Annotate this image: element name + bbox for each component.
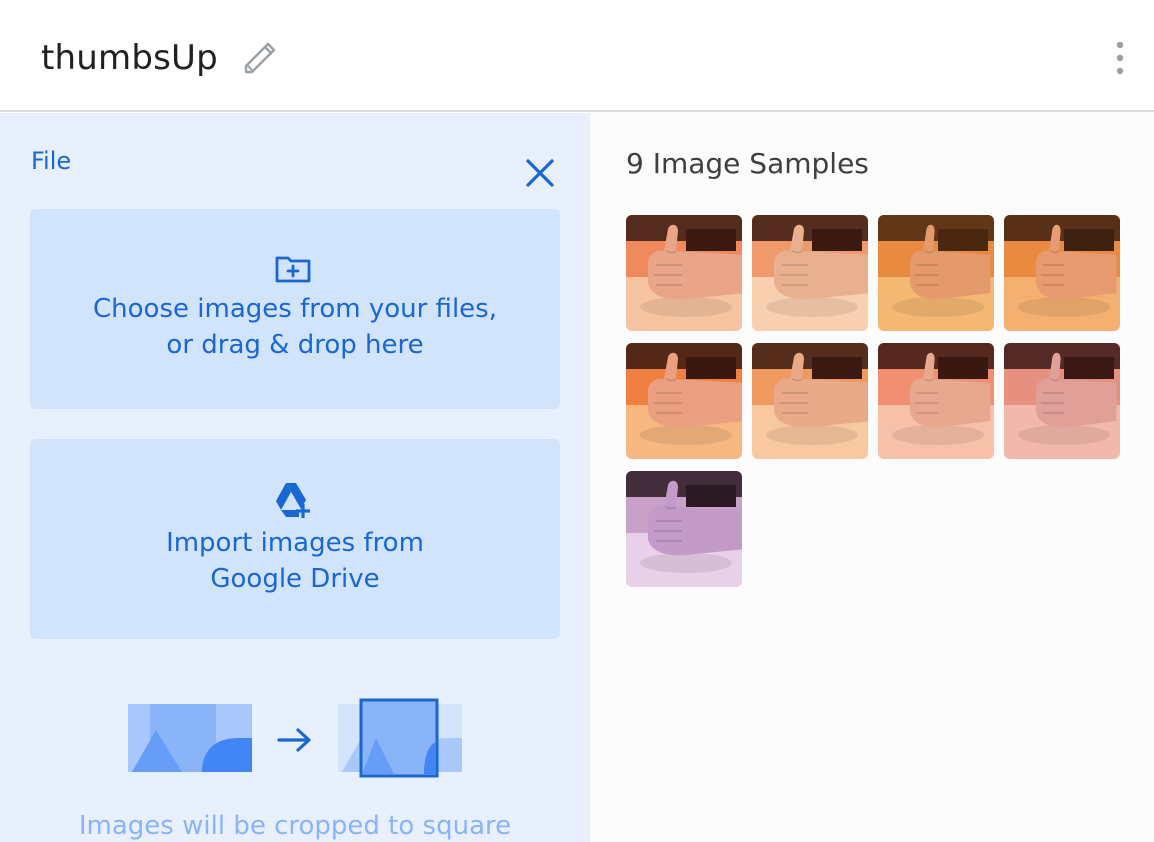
choose-files-button[interactable]: Choose images from your files, or drag &… [30, 209, 560, 409]
crop-note: Images will be cropped to square [78, 811, 512, 841]
close-icon[interactable] [522, 155, 558, 191]
choose-files-line2: or drag & drop here [166, 330, 424, 360]
sample-thumbnail[interactable] [626, 215, 742, 331]
import-drive-line2: Google Drive [210, 564, 380, 594]
model-class-card: thumbsUp File Choose images from your fi… [0, 0, 1154, 842]
import-drive-text: Import images from Google Drive [30, 525, 560, 597]
sample-thumbnail[interactable] [752, 215, 868, 331]
crop-illustration [126, 698, 466, 778]
card-header: thumbsUp [0, 0, 1154, 112]
sample-grid [626, 215, 1126, 587]
sample-thumbnail[interactable] [1004, 215, 1120, 331]
samples-title: 9 Image Samples [626, 147, 869, 180]
panel-title: File [31, 147, 72, 175]
more-vert-icon[interactable] [1108, 40, 1132, 80]
sample-thumbnail[interactable] [626, 471, 742, 587]
sample-thumbnail[interactable] [1004, 343, 1120, 459]
samples-panel: 9 Image Samples [590, 113, 1154, 842]
google-drive-add-icon [273, 479, 313, 519]
arrow-right-icon [277, 728, 311, 752]
folder-add-icon [273, 249, 313, 289]
sample-thumbnail[interactable] [752, 343, 868, 459]
class-name-title[interactable]: thumbsUp [41, 38, 218, 78]
sample-thumbnail[interactable] [878, 343, 994, 459]
upload-panel: File Choose images from your files, or d… [0, 113, 590, 842]
import-drive-line1: Import images from [166, 528, 424, 558]
choose-files-text: Choose images from your files, or drag &… [30, 291, 560, 363]
sample-thumbnail[interactable] [626, 343, 742, 459]
sample-thumbnail[interactable] [878, 215, 994, 331]
choose-files-line1: Choose images from your files, [93, 294, 497, 324]
import-drive-button[interactable]: Import images from Google Drive [30, 439, 560, 639]
pencil-icon[interactable] [238, 36, 278, 76]
